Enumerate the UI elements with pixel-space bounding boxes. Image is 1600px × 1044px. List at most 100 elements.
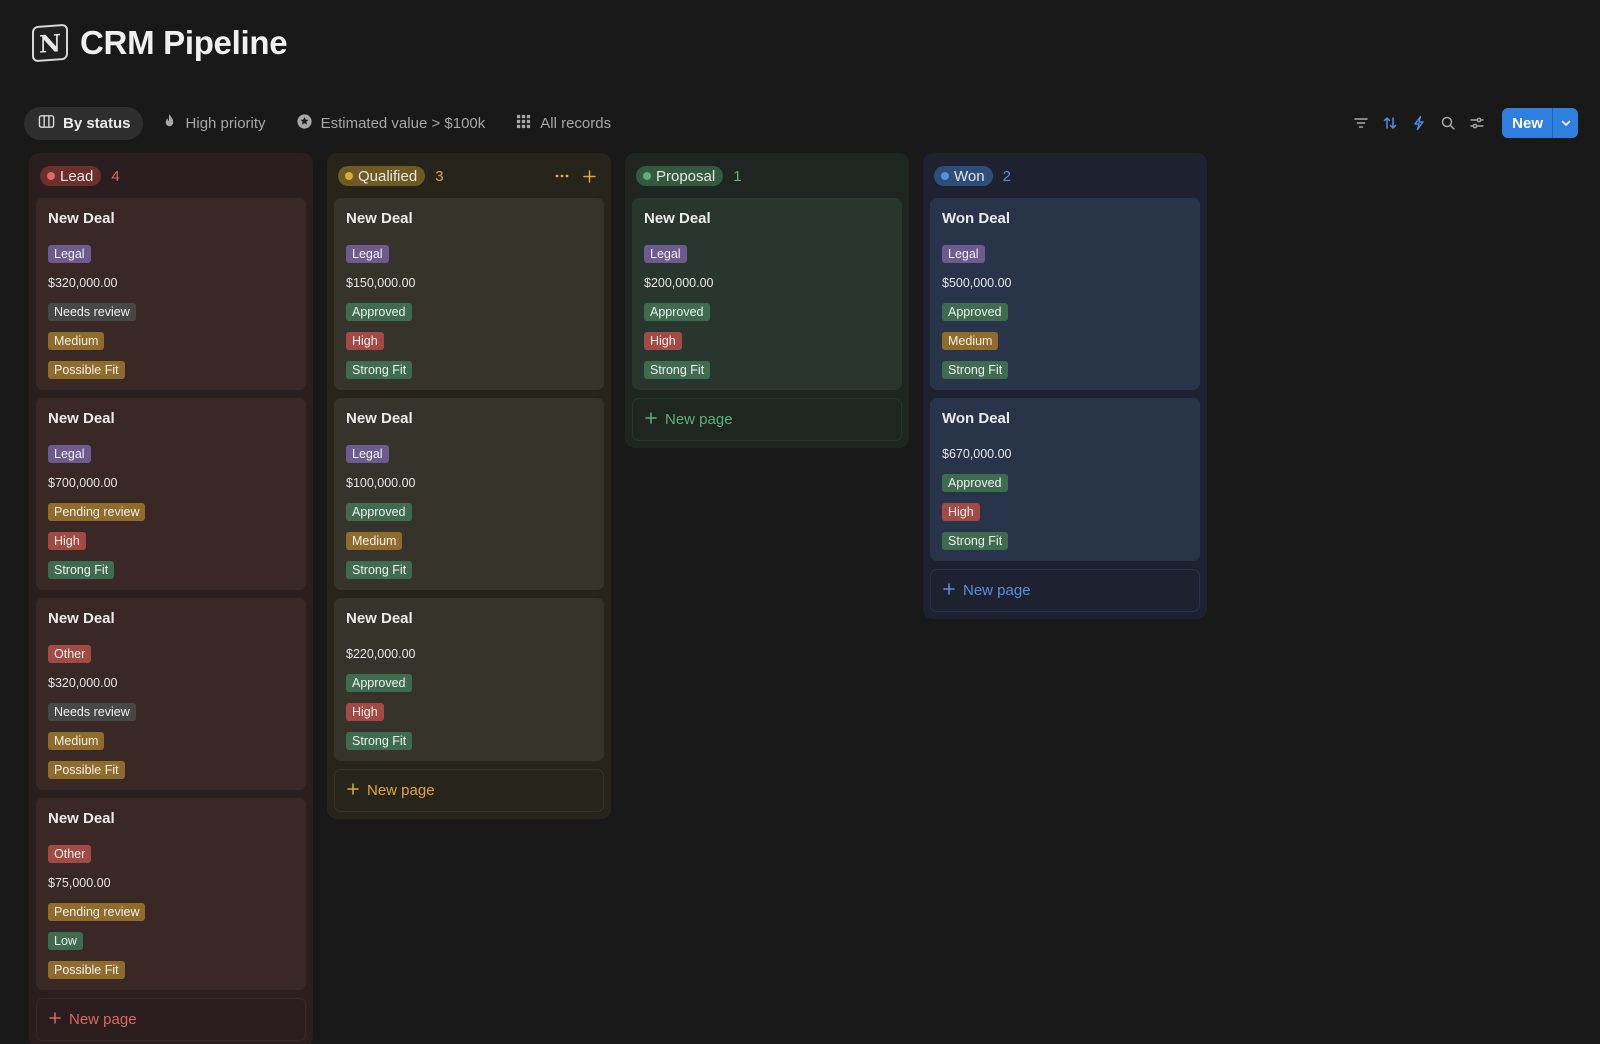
plus-icon — [347, 782, 359, 799]
filter-icon[interactable] — [1351, 114, 1370, 133]
plus-icon — [49, 1011, 61, 1028]
property-tag: Low — [48, 931, 83, 950]
property-tag: High — [346, 702, 384, 721]
deal-card[interactable]: New Deal Legal $320,000.00 Needs review Medi… — [36, 198, 306, 390]
status-dot-icon — [47, 172, 55, 180]
settings-icon[interactable] — [1467, 114, 1486, 133]
column-count: 1 — [733, 167, 742, 185]
tab-all-records[interactable]: All records — [501, 107, 623, 140]
plus-icon — [645, 411, 657, 428]
property-tag: Approved — [644, 302, 710, 321]
card-title: Won Deal — [942, 410, 1011, 427]
deal-value: $700,000.00 — [48, 475, 118, 490]
new-page-label: New page — [963, 582, 1031, 599]
column-header: Lead 4 — [36, 161, 306, 191]
new-page-label: New page — [69, 1011, 137, 1028]
deal-card[interactable]: New Deal Legal $100,000.00 Approved Medium St… — [334, 398, 604, 590]
sort-icon[interactable] — [1380, 114, 1399, 133]
page-title: CRM Pipeline — [80, 24, 288, 61]
status-dot-icon — [345, 172, 353, 180]
property-tag: High — [942, 502, 980, 521]
tab-estimated-value[interactable]: Estimated value > $100k — [282, 107, 498, 140]
property-tag: Possible Fit — [48, 760, 125, 779]
page-header: N CRM Pipeline — [32, 20, 288, 66]
property-tag: High — [48, 531, 86, 550]
search-icon[interactable] — [1438, 114, 1457, 133]
property-tag: Strong Fit — [346, 731, 413, 750]
property-tag: Legal — [346, 244, 389, 263]
status-label: Won — [954, 167, 985, 185]
card-title: New Deal — [644, 210, 711, 227]
chevron-down-icon[interactable] — [1552, 108, 1578, 138]
view-toolbar: By status High priority Estimated value … — [24, 106, 1578, 140]
tab-high-priority[interactable]: High priority — [147, 107, 278, 140]
notion-logo-icon: N — [32, 23, 68, 63]
deal-card[interactable]: Won Deal $670,000.00 Approved High Strong Fi… — [930, 398, 1200, 561]
status-badge[interactable]: Won — [934, 166, 993, 186]
deal-card[interactable]: Won Deal Legal $500,000.00 Approved Medium St… — [930, 198, 1200, 390]
column-header: Proposal 1 — [632, 161, 902, 191]
property-tag: High — [644, 331, 682, 350]
deal-card[interactable]: New Deal Legal $150,000.00 Approved High Stro… — [334, 198, 604, 390]
property-tag: Legal — [346, 444, 389, 463]
property-tag: Strong Fit — [644, 360, 711, 379]
card-title: New Deal — [346, 210, 413, 227]
kanban-board: Lead 4 New Deal Legal $320,000.00 Needs revie… — [29, 153, 1207, 1044]
status-badge[interactable]: Lead — [40, 166, 102, 186]
new-page-button[interactable]: New page — [632, 398, 902, 441]
plus-icon — [943, 582, 955, 599]
new-button-label[interactable]: New — [1502, 108, 1552, 138]
deal-value: $200,000.00 — [644, 275, 714, 290]
column-header: Qualified 3 — [334, 161, 604, 191]
property-tag: Strong Fit — [346, 360, 413, 379]
new-page-button[interactable]: New page — [334, 769, 604, 812]
column-count: 2 — [1002, 167, 1011, 185]
property-tag: Pending review — [48, 502, 146, 521]
deal-value: $220,000.00 — [346, 646, 416, 661]
column-qualified: Qualified 3 New Deal Legal $150,000.00 Approv… — [327, 153, 611, 819]
new-page-button[interactable]: New page — [930, 569, 1200, 612]
deal-value: $320,000.00 — [48, 675, 118, 690]
property-tag: Medium — [48, 731, 105, 750]
deal-value: $670,000.00 — [942, 446, 1012, 461]
card-title: New Deal — [48, 410, 115, 427]
property-tag: Possible Fit — [48, 360, 125, 379]
plus-icon[interactable] — [583, 169, 596, 183]
deal-card[interactable]: New Deal Legal $200,000.00 Approved High Stro… — [632, 198, 902, 390]
property-tag: Legal — [48, 444, 91, 463]
board-icon — [38, 113, 55, 134]
deal-value: $150,000.00 — [346, 275, 416, 290]
property-tag: Legal — [942, 244, 985, 263]
deal-card[interactable]: New Deal Other $320,000.00 Needs review Medi… — [36, 598, 306, 790]
column-proposal: Proposal 1 New Deal Legal $200,000.00 Approve… — [625, 153, 909, 448]
card-title: New Deal — [48, 810, 115, 827]
property-tag: Approved — [942, 302, 1008, 321]
card-title: New Deal — [346, 610, 413, 627]
deal-value: $500,000.00 — [942, 275, 1012, 290]
new-page-button[interactable]: New page — [36, 998, 306, 1041]
property-tag: Strong Fit — [942, 360, 1009, 379]
grid-icon — [515, 113, 532, 134]
property-tag: Possible Fit — [48, 960, 125, 979]
status-label: Qualified — [358, 167, 418, 185]
deal-card[interactable]: New Deal Legal $700,000.00 Pending review Hi… — [36, 398, 306, 590]
new-button[interactable]: New — [1502, 108, 1578, 138]
property-tag: Legal — [48, 244, 91, 263]
tab-label: Estimated value > $100k — [320, 114, 486, 132]
property-tag: Strong Fit — [942, 531, 1009, 550]
status-badge[interactable]: Proposal — [636, 166, 724, 186]
more-icon[interactable] — [555, 174, 569, 178]
tab-by-status[interactable]: By status — [24, 106, 143, 140]
fire-icon — [161, 113, 178, 134]
property-tag: Needs review — [48, 702, 136, 721]
property-tag: Medium — [942, 331, 999, 350]
property-tag: Other — [48, 644, 92, 663]
deal-card[interactable]: New Deal $220,000.00 Approved High Strong Fi… — [334, 598, 604, 761]
new-page-label: New page — [665, 411, 733, 428]
status-badge[interactable]: Qualified — [338, 166, 426, 186]
property-tag: Medium — [48, 331, 105, 350]
property-tag: Needs review — [48, 302, 136, 321]
deal-card[interactable]: New Deal Other $75,000.00 Pending review Low… — [36, 798, 306, 990]
automation-icon[interactable] — [1409, 114, 1428, 133]
column-lead: Lead 4 New Deal Legal $320,000.00 Needs revie… — [29, 153, 313, 1044]
